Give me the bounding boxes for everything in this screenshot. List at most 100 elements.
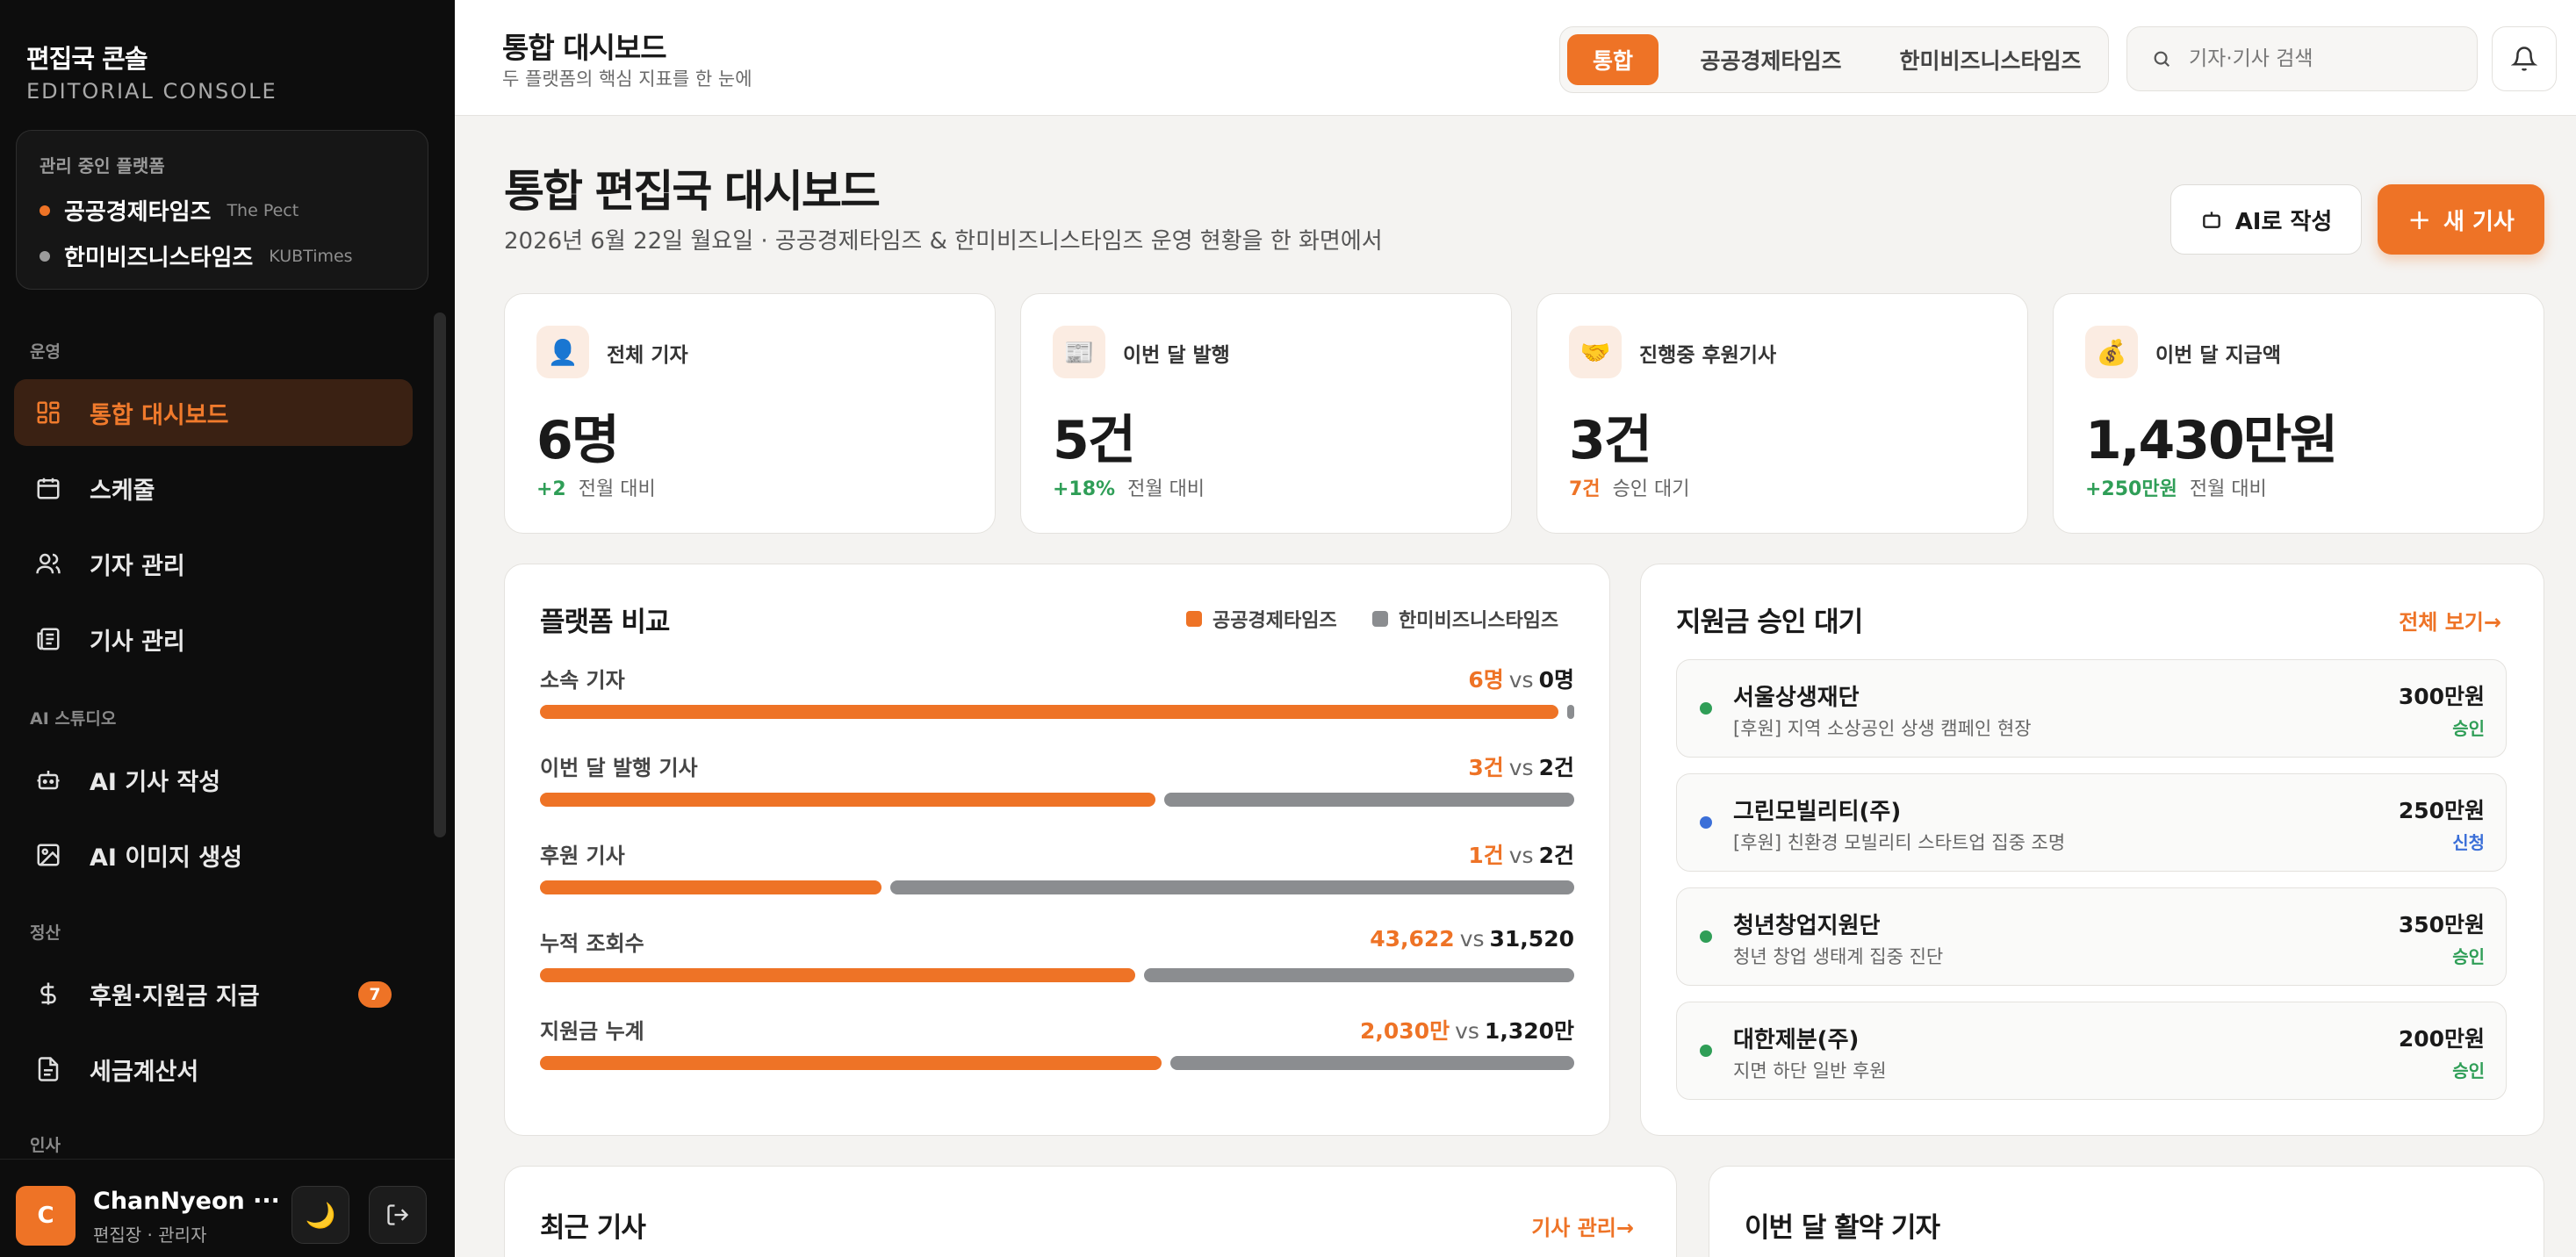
calendar-icon xyxy=(33,473,63,503)
stat-card-payout: 💰 이번 달 지급액 1,430만원 +250만원 전월 대비 xyxy=(2053,293,2544,534)
stat-card-published: 📰 이번 달 발행 5건 +18% 전월 대비 xyxy=(1020,293,1512,534)
sidebar-scrollbar[interactable] xyxy=(434,312,446,837)
sidebar-item-articles[interactable]: 기사 관리 xyxy=(14,606,413,672)
recent-title: 최근 기사 xyxy=(540,1212,646,1244)
compare-bar-kub xyxy=(1144,968,1574,982)
active-reporters-card: 이번 달 활약 기자 xyxy=(1709,1166,2544,1257)
grant-name: 그린모빌리티(주) xyxy=(1733,799,1902,825)
status-dot-icon xyxy=(1700,930,1712,943)
bell-icon xyxy=(2511,47,2537,71)
section-settle: 정산 xyxy=(30,923,61,943)
image-icon xyxy=(33,840,63,870)
stat-label: 이번 달 지급액 xyxy=(2155,344,2281,367)
stat-label: 진행중 후원기사 xyxy=(1639,344,1777,367)
grant-amount: 300만원 xyxy=(2398,684,2485,709)
section-ai: AI 스튜디오 xyxy=(30,709,117,729)
new-article-button[interactable]: + 새 기사 xyxy=(2378,184,2544,255)
dark-mode-toggle[interactable]: 🌙 xyxy=(291,1186,349,1244)
sidebar-item-tax-invoice[interactable]: 세금계산서 xyxy=(14,1036,413,1103)
status-badge: 승인 xyxy=(2452,718,2485,739)
stat-delta: +18% xyxy=(1053,478,1116,500)
compare-title: 플랫폼 비교 xyxy=(540,607,670,638)
search-input[interactable] xyxy=(2189,47,2452,70)
dollar-icon xyxy=(33,979,63,1009)
stat-foot-text: 전월 대비 xyxy=(2189,478,2267,500)
sidebar-item-schedule[interactable]: 스케줄 xyxy=(14,455,413,521)
stat-value: 3건 xyxy=(1569,410,1652,471)
ai-write-button[interactable]: AI로 작성 xyxy=(2170,184,2362,255)
vs-label: vs xyxy=(1508,667,1534,693)
sidebar-item-label: 후원·지원금 지급 xyxy=(90,982,260,1010)
topbar: 통합 대시보드 두 플랫폼의 핵심 지표를 한 눈에 통합 공공경제타임즈 한미… xyxy=(455,0,2576,116)
stat-value: 5건 xyxy=(1053,410,1136,471)
money-bag-icon: 💰 xyxy=(2085,326,2138,378)
page-title: 통합 편집국 대시보드 xyxy=(504,166,881,217)
value-a: 3건 xyxy=(1468,755,1504,780)
value-b: 1,320만 xyxy=(1484,1018,1574,1044)
legend-swatch xyxy=(1372,611,1388,627)
avatar[interactable]: C xyxy=(16,1186,76,1246)
grant-item[interactable]: 청년창업지원단 청년 창업 생태계 집중 진단 350만원 승인 xyxy=(1676,887,2507,986)
sidebar-item-dashboard[interactable]: 통합 대시보드 xyxy=(14,379,413,446)
status-dot-icon xyxy=(1700,1045,1712,1057)
brand-subtitle: EDITORIAL CONSOLE xyxy=(26,79,277,104)
grant-item[interactable]: 서울상생재단 [후원] 지역 소상공인 상생 캠페인 현장 300만원 승인 xyxy=(1676,659,2507,758)
compare-bar-pect xyxy=(540,705,1558,719)
tab-pect[interactable]: 공공경제타임즈 xyxy=(1669,34,1873,85)
grant-item[interactable]: 대한제분(주) 지면 하단 일반 후원 200만원 승인 xyxy=(1676,1002,2507,1100)
grant-item[interactable]: 그린모빌리티(주) [후원] 친환경 모빌리티 스타트업 집중 조명 250만원 신청 xyxy=(1676,773,2507,872)
section-hr: 인사 xyxy=(30,1136,61,1155)
vs-label: vs xyxy=(1459,926,1485,952)
compare-row-label: 이번 달 발행 기사 xyxy=(540,756,698,780)
newspaper-icon: 📰 xyxy=(1053,326,1105,378)
platform-tabs: 통합 공공경제타임즈 한미비즈니스타임즈 xyxy=(1559,26,2109,93)
tab-kub[interactable]: 한미비즈니스타임즈 xyxy=(1878,34,2103,85)
compare-bar-kub xyxy=(1164,793,1574,807)
sidebar-item-reporters[interactable]: 기자 관리 xyxy=(14,530,413,597)
sidebar-item-grants[interactable]: 후원·지원금 지급 7 xyxy=(14,960,413,1027)
compare-row-values: 43,622 vs 31,520 xyxy=(1370,926,1574,952)
stat-foot-text: 승인 대기 xyxy=(1612,478,1690,500)
value-b: 31,520 xyxy=(1489,926,1574,952)
platform-dot-icon xyxy=(40,250,50,262)
sidebar-item-label: 세금계산서 xyxy=(90,1058,199,1086)
grant-name: 청년창업지원단 xyxy=(1733,913,1881,939)
status-badge: 승인 xyxy=(2452,1060,2485,1081)
compare-row-label: 후원 기사 xyxy=(540,844,625,868)
compare-row-label: 지원금 누계 xyxy=(540,1019,644,1044)
status-badge: 신청 xyxy=(2452,832,2485,853)
ai-write-label: AI로 작성 xyxy=(2234,208,2333,235)
compare-bar-pect xyxy=(540,1056,1162,1070)
status-badge: 승인 xyxy=(2452,946,2485,967)
stat-foot: +18% 전월 대비 xyxy=(1053,473,1205,501)
grant-desc: 청년 창업 생태계 집중 진단 xyxy=(1733,946,1944,967)
sidebar-item-label: 기사 관리 xyxy=(90,628,185,656)
user-role: 편집장 · 관리자 xyxy=(93,1225,207,1246)
grant-desc: [후원] 친환경 모빌리티 스타트업 집중 조명 xyxy=(1733,832,2066,853)
grant-amount: 200만원 xyxy=(2398,1026,2485,1052)
topbar-subtitle: 두 플랫폼의 핵심 지표를 한 눈에 xyxy=(502,68,752,90)
stat-label: 이번 달 발행 xyxy=(1123,344,1230,367)
notifications-button[interactable] xyxy=(2492,26,2557,91)
compare-row-label: 누적 조회수 xyxy=(540,931,644,956)
platform-item-pect[interactable]: 공공경제타임즈 The Pect xyxy=(40,194,299,226)
stat-delta: +2 xyxy=(536,478,566,500)
compare-row-values: 1건 vs 2건 xyxy=(1468,838,1574,870)
page-subtitle: 2026년 6월 22일 월요일 · 공공경제타임즈 & 한미비즈니스타임즈 운… xyxy=(504,228,1383,255)
grants-view-all-link[interactable]: 전체 보기→ xyxy=(2399,605,2501,636)
sidebar: 편집국 콘솔 EDITORIAL CONSOLE 관리 중인 플랫폼 공공경제타… xyxy=(0,0,455,1257)
tab-combined[interactable]: 통합 xyxy=(1567,34,1659,85)
compare-bar-pect xyxy=(540,968,1135,982)
value-a: 1건 xyxy=(1468,843,1504,868)
managed-platforms-caption: 관리 중인 플랫폼 xyxy=(40,155,165,176)
stat-foot-text: 전월 대비 xyxy=(578,478,656,500)
plus-icon: + xyxy=(2407,203,2431,236)
status-dot-icon xyxy=(1700,816,1712,829)
sidebar-item-ai-image[interactable]: AI 이미지 생성 xyxy=(14,822,413,888)
legend-item-kub: 한미비즈니스타임즈 xyxy=(1372,605,1558,633)
sidebar-item-ai-article[interactable]: AI 기사 작성 xyxy=(14,746,413,813)
logout-button[interactable] xyxy=(369,1186,427,1244)
article-manage-link[interactable]: 기사 관리→ xyxy=(1531,1210,1634,1241)
platform-item-kub[interactable]: 한미비즈니스타임즈 KUBTimes xyxy=(40,240,353,272)
compare-row-values: 6명 vs 0명 xyxy=(1468,663,1574,694)
